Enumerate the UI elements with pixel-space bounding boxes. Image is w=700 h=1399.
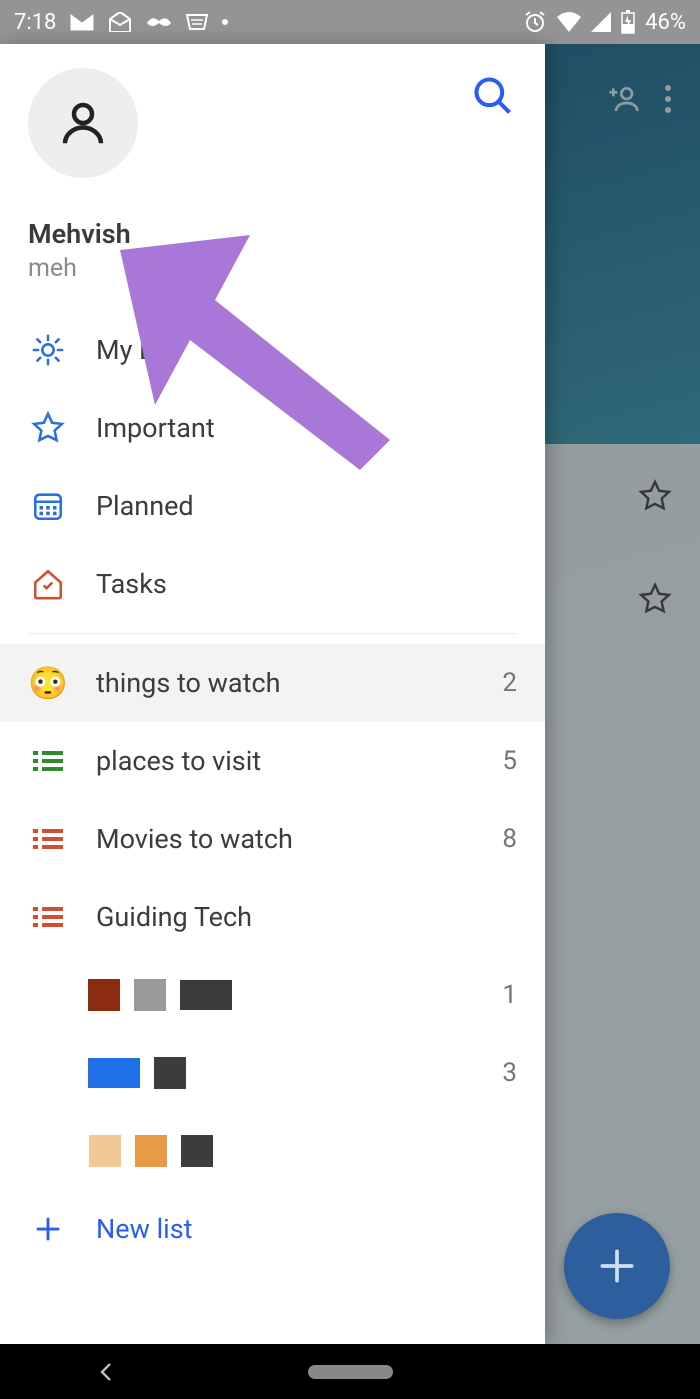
sidebar-item-label: Important <box>96 412 517 444</box>
list-bullets-icon <box>28 906 68 928</box>
list-item-count: 2 <box>502 668 517 698</box>
status-right: 46% <box>523 10 686 35</box>
sun-icon <box>28 333 68 367</box>
signal-icon <box>591 12 611 32</box>
profile-name: Mehvish <box>28 218 517 250</box>
list-item-movies-to-watch[interactable]: Movies to watch 8 <box>0 800 545 878</box>
avatar[interactable] <box>28 68 138 178</box>
add-task-fab[interactable] <box>564 1213 670 1319</box>
sidebar-item-label: Tasks <box>96 568 517 600</box>
color-swatch <box>88 1058 140 1088</box>
emoji-icon: 😳 <box>28 664 68 702</box>
battery-icon <box>621 10 635 34</box>
smart-lists: My Day Important Planned Tasks <box>0 311 545 623</box>
tray-icon <box>186 14 208 30</box>
status-bar: 7:18 46% <box>0 0 700 44</box>
color-swatches <box>88 979 475 1011</box>
list-item-label: Movies to watch <box>96 823 474 855</box>
home-check-icon <box>28 567 68 601</box>
list-item-label: things to watch <box>96 667 474 699</box>
battery-percent: 46% <box>645 10 686 35</box>
sidebar-item-label: Planned <box>96 490 517 522</box>
profile-email: meh <box>28 254 517 283</box>
search-button[interactable] <box>471 74 515 122</box>
new-list-button[interactable]: New list <box>0 1190 545 1268</box>
drawer-header[interactable]: Mehvish meh <box>0 44 545 291</box>
sidebar-item-tasks[interactable]: Tasks <box>0 545 545 623</box>
list-item-color-1[interactable]: 1 <box>0 956 545 1034</box>
mustache-icon <box>146 15 172 29</box>
android-nav-bar <box>0 1344 700 1399</box>
list-bullets-icon <box>28 750 68 772</box>
list-item-count: 8 <box>502 824 517 854</box>
person-icon <box>56 96 110 150</box>
list-item-count: 5 <box>502 746 517 776</box>
user-lists: 😳 things to watch 2 places to visit 5 Mo… <box>0 644 545 1190</box>
sidebar-item-planned[interactable]: Planned <box>0 467 545 545</box>
list-item-places-to-visit[interactable]: places to visit 5 <box>0 722 545 800</box>
list-item-count: 1 <box>502 980 517 1010</box>
color-swatch <box>154 1057 186 1089</box>
search-icon <box>471 74 515 118</box>
list-bullets-icon <box>28 828 68 850</box>
list-item-color-2[interactable]: 3 <box>0 1034 545 1112</box>
divider <box>28 633 517 634</box>
sidebar-item-important[interactable]: Important <box>0 389 545 467</box>
phone-frame: 7:18 46% <box>0 0 700 1399</box>
plus-icon <box>28 1214 68 1244</box>
color-swatch <box>134 979 166 1011</box>
status-dot-icon <box>222 19 228 25</box>
background-scrim[interactable] <box>545 44 700 1344</box>
wifi-icon <box>557 12 581 32</box>
color-swatch <box>180 980 232 1010</box>
star-icon <box>28 411 68 445</box>
color-swatches <box>88 1057 475 1089</box>
status-time: 7:18 <box>14 10 56 35</box>
list-item-color-3[interactable] <box>0 1112 545 1190</box>
mail-icon <box>70 13 94 31</box>
list-item-label: places to visit <box>96 745 474 777</box>
calendar-icon <box>28 489 68 523</box>
color-swatch <box>88 979 120 1011</box>
sidebar-item-label: My Day <box>96 334 517 366</box>
alarm-icon <box>523 10 547 34</box>
color-swatch <box>181 1135 213 1167</box>
color-swatches <box>89 1135 489 1167</box>
list-item-count: 3 <box>502 1058 517 1088</box>
sidebar-item-myday[interactable]: My Day <box>0 311 545 389</box>
list-item-guiding-tech[interactable]: Guiding Tech <box>0 878 545 956</box>
home-pill[interactable] <box>308 1365 393 1379</box>
list-item-things-to-watch[interactable]: 😳 things to watch 2 <box>0 644 545 722</box>
back-icon[interactable] <box>95 1360 119 1384</box>
navigation-drawer: Mehvish meh My Day Important Planned <box>0 44 545 1344</box>
status-left: 7:18 <box>14 10 228 35</box>
color-swatch <box>135 1135 167 1167</box>
plus-icon <box>595 1244 639 1288</box>
list-item-label: Guiding Tech <box>96 901 489 933</box>
new-list-label: New list <box>96 1213 192 1245</box>
color-swatch <box>89 1135 121 1167</box>
inbox-open-icon <box>108 12 132 32</box>
